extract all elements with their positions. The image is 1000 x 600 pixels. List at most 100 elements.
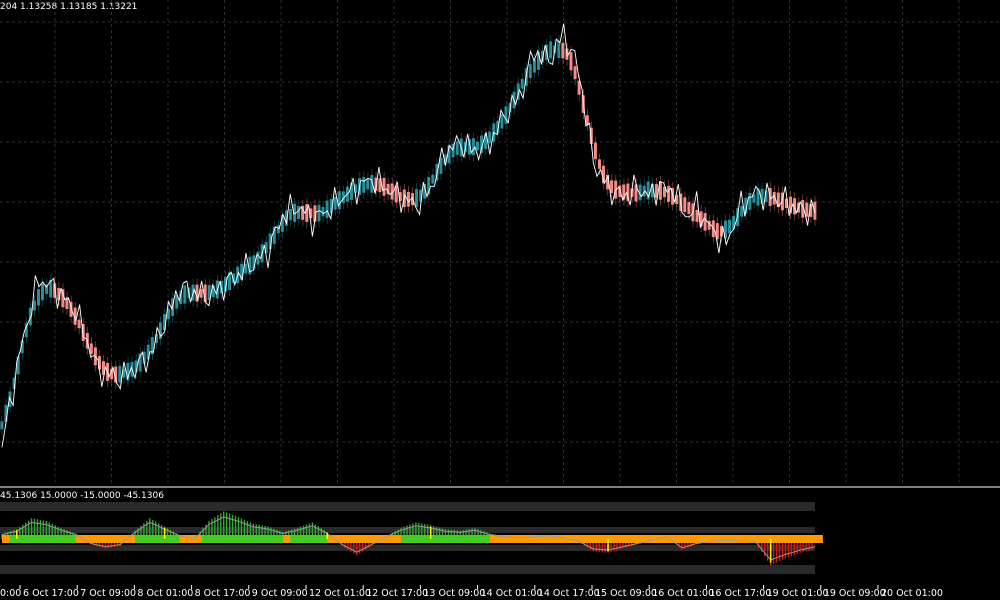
signal-segment: [305, 535, 313, 543]
signal-segment: [475, 535, 483, 543]
signal-segment: [571, 535, 579, 543]
signal-segment: [90, 535, 99, 543]
signal-segment: [142, 535, 151, 543]
signal-segment: [726, 535, 735, 543]
oscillator-band: [0, 502, 815, 511]
signal-segment: [785, 535, 794, 543]
x-tick-label: 12 Oct 17:00: [366, 588, 428, 599]
x-tick-label: 19 Oct 09:00: [824, 588, 886, 599]
signal-segment: [135, 535, 143, 543]
signal-segment: [297, 535, 306, 543]
signal-segment: [585, 535, 594, 543]
signal-segment: [31, 535, 40, 543]
oscillator-band: [0, 565, 815, 574]
signal-segment: [460, 535, 469, 543]
signal-segment: [24, 535, 33, 543]
x-tick-label: 0:00: [0, 588, 21, 599]
x-axis: 0:00 6 Oct 17:00 7 Oct 09:00 8 Oct 01:00 8 O…: [0, 585, 943, 599]
signal-segment: [452, 535, 461, 543]
signal-segment: [231, 535, 239, 543]
signal-segment: [415, 535, 424, 543]
oscillator: [1, 511, 823, 566]
signal-segment: [260, 535, 269, 543]
signal-segment: [674, 535, 683, 543]
signal-segment: [519, 535, 528, 543]
signal-segment: [253, 535, 262, 543]
signal-segment: [245, 535, 254, 543]
signal-segment: [208, 535, 217, 543]
price-chart[interactable]: 0:00 6 Oct 17:00 7 Oct 09:00 8 Oct 01:00 8 O…: [0, 0, 1000, 600]
signal-segment: [689, 535, 698, 543]
signal-segment: [659, 535, 668, 543]
signal-segment: [61, 535, 69, 543]
signal-segment: [622, 535, 631, 543]
grid: [0, 0, 1000, 485]
signal-segment: [149, 535, 158, 543]
signal-segment: [223, 535, 232, 543]
signal-segment: [238, 535, 247, 543]
signal-segment: [172, 535, 180, 543]
x-tick-label: 20 Oct 01:00: [881, 588, 943, 599]
signal-segment: [371, 535, 380, 543]
signal-segment: [98, 535, 106, 543]
signal-segment: [467, 535, 476, 543]
x-tick-label: 8 Oct 01:00: [137, 588, 193, 599]
signal-segment: [201, 535, 210, 543]
signal-segment: [711, 535, 720, 543]
signal-segment: [408, 535, 417, 543]
signal-segment: [615, 535, 624, 543]
signal-segment: [2, 535, 10, 543]
oscillator-band: [0, 545, 815, 551]
signal-segment: [105, 535, 114, 543]
x-tick-label: 8 Oct 17:00: [195, 588, 251, 599]
x-tick-label: 14 Oct 17:00: [538, 588, 600, 599]
signal-segment: [800, 535, 809, 543]
candles: [0, 34, 817, 436]
signal-segment: [430, 535, 439, 543]
x-tick-label: 15 Oct 09:00: [595, 588, 657, 599]
signal-segment: [39, 535, 47, 543]
signal-segment: [356, 535, 365, 543]
signal-segment: [792, 535, 801, 543]
x-tick-label: 6 Oct 17:00: [23, 588, 79, 599]
x-tick-label: 14 Oct 01:00: [481, 588, 543, 599]
signal-segment: [16, 535, 25, 543]
x-tick-label: 19 Oct 01:00: [767, 588, 829, 599]
signal-segment: [312, 535, 321, 543]
x-tick-label: 16 Oct 17:00: [709, 588, 771, 599]
x-tick-label: 12 Oct 01:00: [309, 588, 371, 599]
signal-segment: [770, 535, 779, 543]
signal-segment: [512, 535, 520, 543]
signal-segment: [556, 535, 565, 543]
signal-segment: [112, 535, 121, 543]
x-tick-label: 9 Oct 09:00: [252, 588, 308, 599]
signal-segment: [778, 535, 786, 543]
signal-segment: [194, 535, 203, 543]
signal-segment: [275, 535, 284, 543]
x-tick-label: 7 Oct 09:00: [80, 588, 136, 599]
signal-segment: [53, 535, 62, 543]
signal-segment: [682, 535, 690, 543]
signal-segment: [393, 535, 402, 543]
signal-segment: [696, 535, 705, 543]
signal-segment: [482, 535, 491, 543]
x-tick-label: 16 Oct 01:00: [652, 588, 714, 599]
signal-segment: [815, 535, 823, 543]
signal-segment: [608, 535, 616, 543]
x-tick-label: 13 Oct 09:00: [423, 588, 485, 599]
signal-segment: [68, 535, 77, 543]
signal-segment: [445, 535, 454, 543]
signal-segment: [164, 535, 173, 543]
signal-segment: [349, 535, 358, 543]
signal-segment: [268, 535, 276, 543]
price-line: [1, 23, 816, 448]
signal-segment: [401, 535, 409, 543]
signal-segment: [807, 535, 816, 543]
signal-segment: [593, 535, 602, 543]
signal-segment: [733, 535, 742, 543]
signal-segment: [127, 535, 136, 543]
signal-segment: [364, 535, 373, 543]
signal-segment: [438, 535, 446, 543]
signal-segment: [718, 535, 727, 543]
signal-segment: [755, 535, 764, 543]
